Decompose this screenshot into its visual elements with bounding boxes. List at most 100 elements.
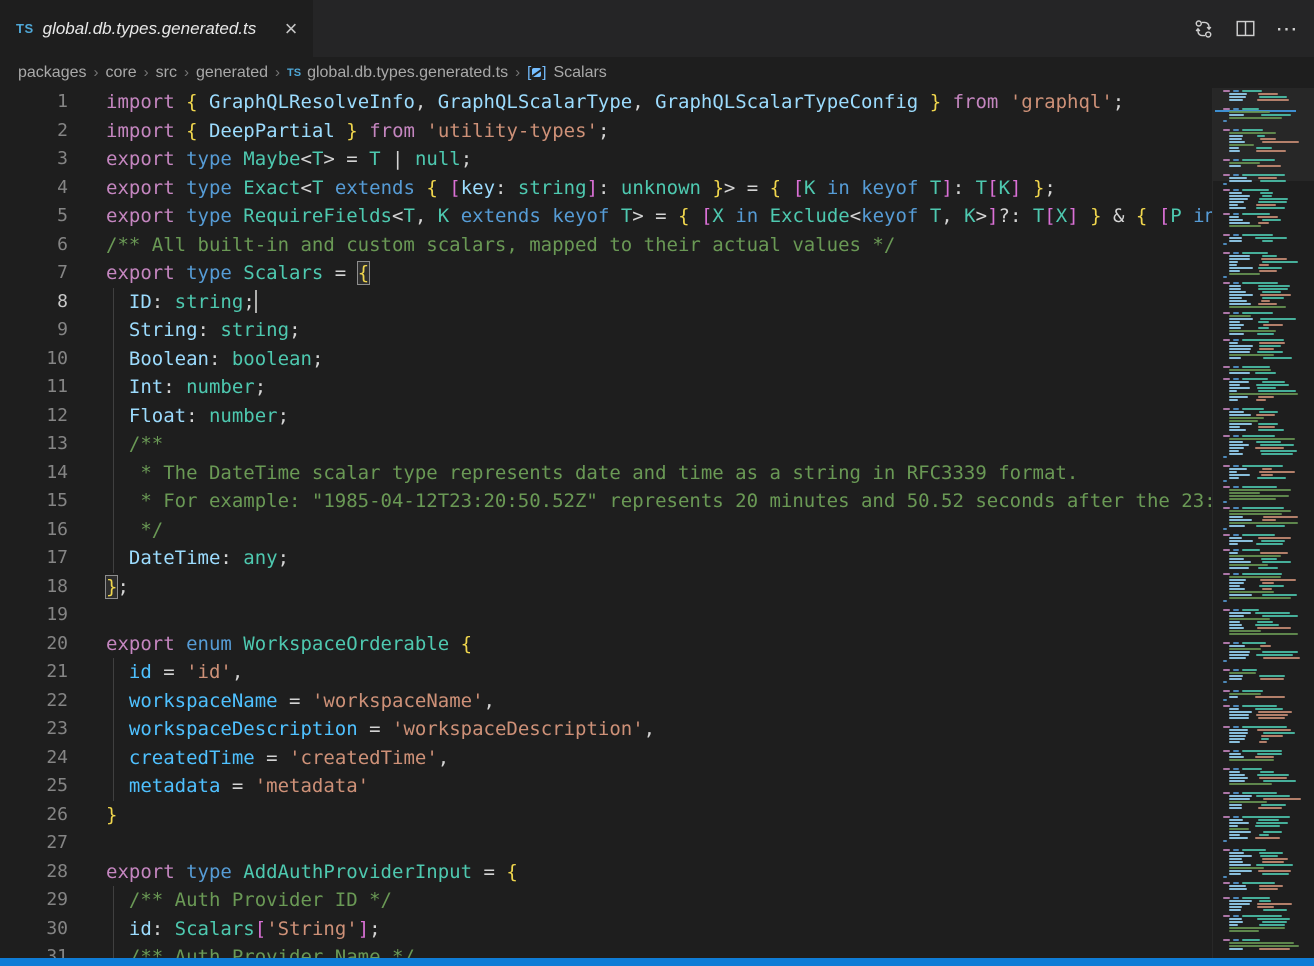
- minimap-line: [1223, 549, 1230, 551]
- code-line-content[interactable]: /** Auth Provider ID */: [106, 886, 1212, 915]
- code-line-3[interactable]: 3export type Maybe<T> = T | null;: [0, 145, 1212, 174]
- code-line-14[interactable]: 14 * The DateTime scalar type represents…: [0, 459, 1212, 488]
- code-line-content[interactable]: createdTime = 'createdTime',: [106, 744, 1212, 773]
- tab-global-db-types-generated[interactable]: TS global.db.types.generated.ts ×: [0, 0, 314, 57]
- code-line-content[interactable]: * For example: "1985-04-12T23:20:50.52Z"…: [106, 487, 1212, 516]
- code-line-1[interactable]: 1import { GraphQLResolveInfo, GraphQLSca…: [0, 88, 1212, 117]
- code-line-10[interactable]: 10 Boolean: boolean;: [0, 345, 1212, 374]
- code-line-31[interactable]: 31 /** Auth Provider Name */: [0, 943, 1212, 958]
- code-line-content[interactable]: /** Auth Provider Name */: [106, 943, 1212, 958]
- minimap-line: [1257, 477, 1286, 479]
- code-line-11[interactable]: 11 Int: number;: [0, 373, 1212, 402]
- code-line-content[interactable]: Boolean: boolean;: [106, 345, 1212, 374]
- code-line-19[interactable]: 19: [0, 601, 1212, 630]
- code-line-content[interactable]: */: [106, 516, 1212, 545]
- code-line-content[interactable]: id: Scalars['String'];: [106, 915, 1212, 944]
- code-line-content[interactable]: export enum WorkspaceOrderable {: [106, 630, 1212, 659]
- code-line-content[interactable]: }: [106, 801, 1212, 830]
- code-line-2[interactable]: 2import { DeepPartial } from 'utility-ty…: [0, 117, 1212, 146]
- code-line-21[interactable]: 21 id = 'id',: [0, 658, 1212, 687]
- split-editor-icon[interactable]: [1232, 16, 1258, 42]
- code-editor: 1import { GraphQLResolveInfo, GraphQLSca…: [0, 88, 1314, 958]
- code-line-content[interactable]: export type Exact<T extends { [key: stri…: [106, 174, 1212, 203]
- code-line-20[interactable]: 20export enum WorkspaceOrderable {: [0, 630, 1212, 659]
- code-line-content[interactable]: export type RequireFields<T, K extends k…: [106, 202, 1212, 231]
- minimap-line: [1262, 291, 1281, 293]
- code-line-content[interactable]: metadata = 'metadata': [106, 772, 1212, 801]
- minimap-line: [1229, 258, 1250, 260]
- minimap-line: [1233, 690, 1239, 692]
- code-line-content[interactable]: * The DateTime scalar type represents da…: [106, 459, 1212, 488]
- minimap-line: [1229, 924, 1238, 926]
- minimap-line: [1257, 906, 1274, 908]
- minimap[interactable]: [1212, 88, 1314, 958]
- minimap-line: [1229, 579, 1246, 581]
- code-area[interactable]: 1import { GraphQLResolveInfo, GraphQLSca…: [0, 88, 1212, 958]
- code-line-content[interactable]: };: [106, 573, 1212, 602]
- minimap-line: [1229, 318, 1253, 320]
- code-line-6[interactable]: 6/** All built-in and custom scalars, ma…: [0, 231, 1212, 260]
- breadcrumb-separator: ›: [144, 64, 149, 81]
- code-line-5[interactable]: 5export type RequireFields<T, K extends …: [0, 202, 1212, 231]
- minimap-line: [1256, 654, 1293, 656]
- code-token: [106, 661, 129, 683]
- code-line-content[interactable]: id = 'id',: [106, 658, 1212, 687]
- minimap-line: [1229, 627, 1244, 629]
- code-line-content[interactable]: export type Scalars = {: [106, 259, 1212, 288]
- code-line-content[interactable]: [106, 829, 1212, 858]
- minimap-line: [1242, 189, 1269, 191]
- code-line-13[interactable]: 13 /**: [0, 430, 1212, 459]
- code-line-4[interactable]: 4export type Exact<T extends { [key: str…: [0, 174, 1212, 203]
- code-line-content[interactable]: import { GraphQLResolveInfo, GraphQLScal…: [106, 88, 1212, 117]
- code-line-content[interactable]: export type Maybe<T> = T | null;: [106, 145, 1212, 174]
- line-number-31: 31: [0, 943, 68, 958]
- code-line-27[interactable]: 27: [0, 829, 1212, 858]
- minimap-line: [1259, 948, 1291, 950]
- code-line-content[interactable]: /** All built-in and custom scalars, map…: [106, 231, 1212, 260]
- breadcrumb-item-src[interactable]: src: [156, 64, 177, 82]
- code-line-content[interactable]: Float: number;: [106, 402, 1212, 431]
- code-line-content[interactable]: workspaceDescription = 'workspaceDescrip…: [106, 715, 1212, 744]
- breadcrumb-item-global-db-types-generated-ts[interactable]: global.db.types.generated.ts: [307, 64, 508, 82]
- code-line-content[interactable]: [106, 601, 1212, 630]
- breadcrumb-item-scalars[interactable]: Scalars: [553, 64, 606, 82]
- more-actions-icon[interactable]: ⋯: [1274, 16, 1300, 42]
- code-line-28[interactable]: 28export type AddAuthProviderInput = {: [0, 858, 1212, 887]
- code-line-26[interactable]: 26}: [0, 801, 1212, 830]
- code-line-content[interactable]: String: string;: [106, 316, 1212, 345]
- code-line-content[interactable]: ID: string;: [106, 288, 1212, 317]
- minimap-line: [1229, 384, 1240, 386]
- code-line-22[interactable]: 22 workspaceName = 'workspaceName',: [0, 687, 1212, 716]
- code-line-7[interactable]: 7export type Scalars = {: [0, 259, 1212, 288]
- code-line-content[interactable]: Int: number;: [106, 373, 1212, 402]
- code-line-15[interactable]: 15 * For example: "1985-04-12T23:20:50.5…: [0, 487, 1212, 516]
- code-line-17[interactable]: 17 DateTime: any;: [0, 544, 1212, 573]
- minimap-line: [1229, 576, 1281, 578]
- code-line-18[interactable]: 18};: [0, 573, 1212, 602]
- code-line-30[interactable]: 30 id: Scalars['String'];: [0, 915, 1212, 944]
- breadcrumb-item-generated[interactable]: generated: [196, 64, 268, 82]
- code-line-content[interactable]: workspaceName = 'workspaceName',: [106, 687, 1212, 716]
- code-line-24[interactable]: 24 createdTime = 'createdTime',: [0, 744, 1212, 773]
- minimap-line: [1229, 927, 1285, 929]
- code-line-25[interactable]: 25 metadata = 'metadata': [0, 772, 1212, 801]
- code-line-12[interactable]: 12 Float: number;: [0, 402, 1212, 431]
- code-line-9[interactable]: 9 String: string;: [0, 316, 1212, 345]
- code-line-16[interactable]: 16 */: [0, 516, 1212, 545]
- minimap-line: [1223, 174, 1230, 176]
- code-line-content[interactable]: DateTime: any;: [106, 544, 1212, 573]
- code-line-8[interactable]: 8 ID: string;: [0, 288, 1212, 317]
- code-line-content[interactable]: /**: [106, 430, 1212, 459]
- code-line-content[interactable]: export type AddAuthProviderInput = {: [106, 858, 1212, 887]
- close-tab-icon[interactable]: ×: [279, 17, 303, 41]
- breadcrumb-item-packages[interactable]: packages: [18, 64, 87, 82]
- breadcrumb-item-core[interactable]: core: [106, 64, 137, 82]
- open-changes-icon[interactable]: [1190, 16, 1216, 42]
- code-line-29[interactable]: 29 /** Auth Provider ID */: [0, 886, 1212, 915]
- line-number-25: 25: [0, 772, 68, 801]
- minimap-line: [1257, 918, 1290, 920]
- indent-guide: [113, 516, 114, 545]
- code-line-content[interactable]: import { DeepPartial } from 'utility-typ…: [106, 117, 1212, 146]
- minimap-line: [1242, 939, 1260, 941]
- code-line-23[interactable]: 23 workspaceDescription = 'workspaceDesc…: [0, 715, 1212, 744]
